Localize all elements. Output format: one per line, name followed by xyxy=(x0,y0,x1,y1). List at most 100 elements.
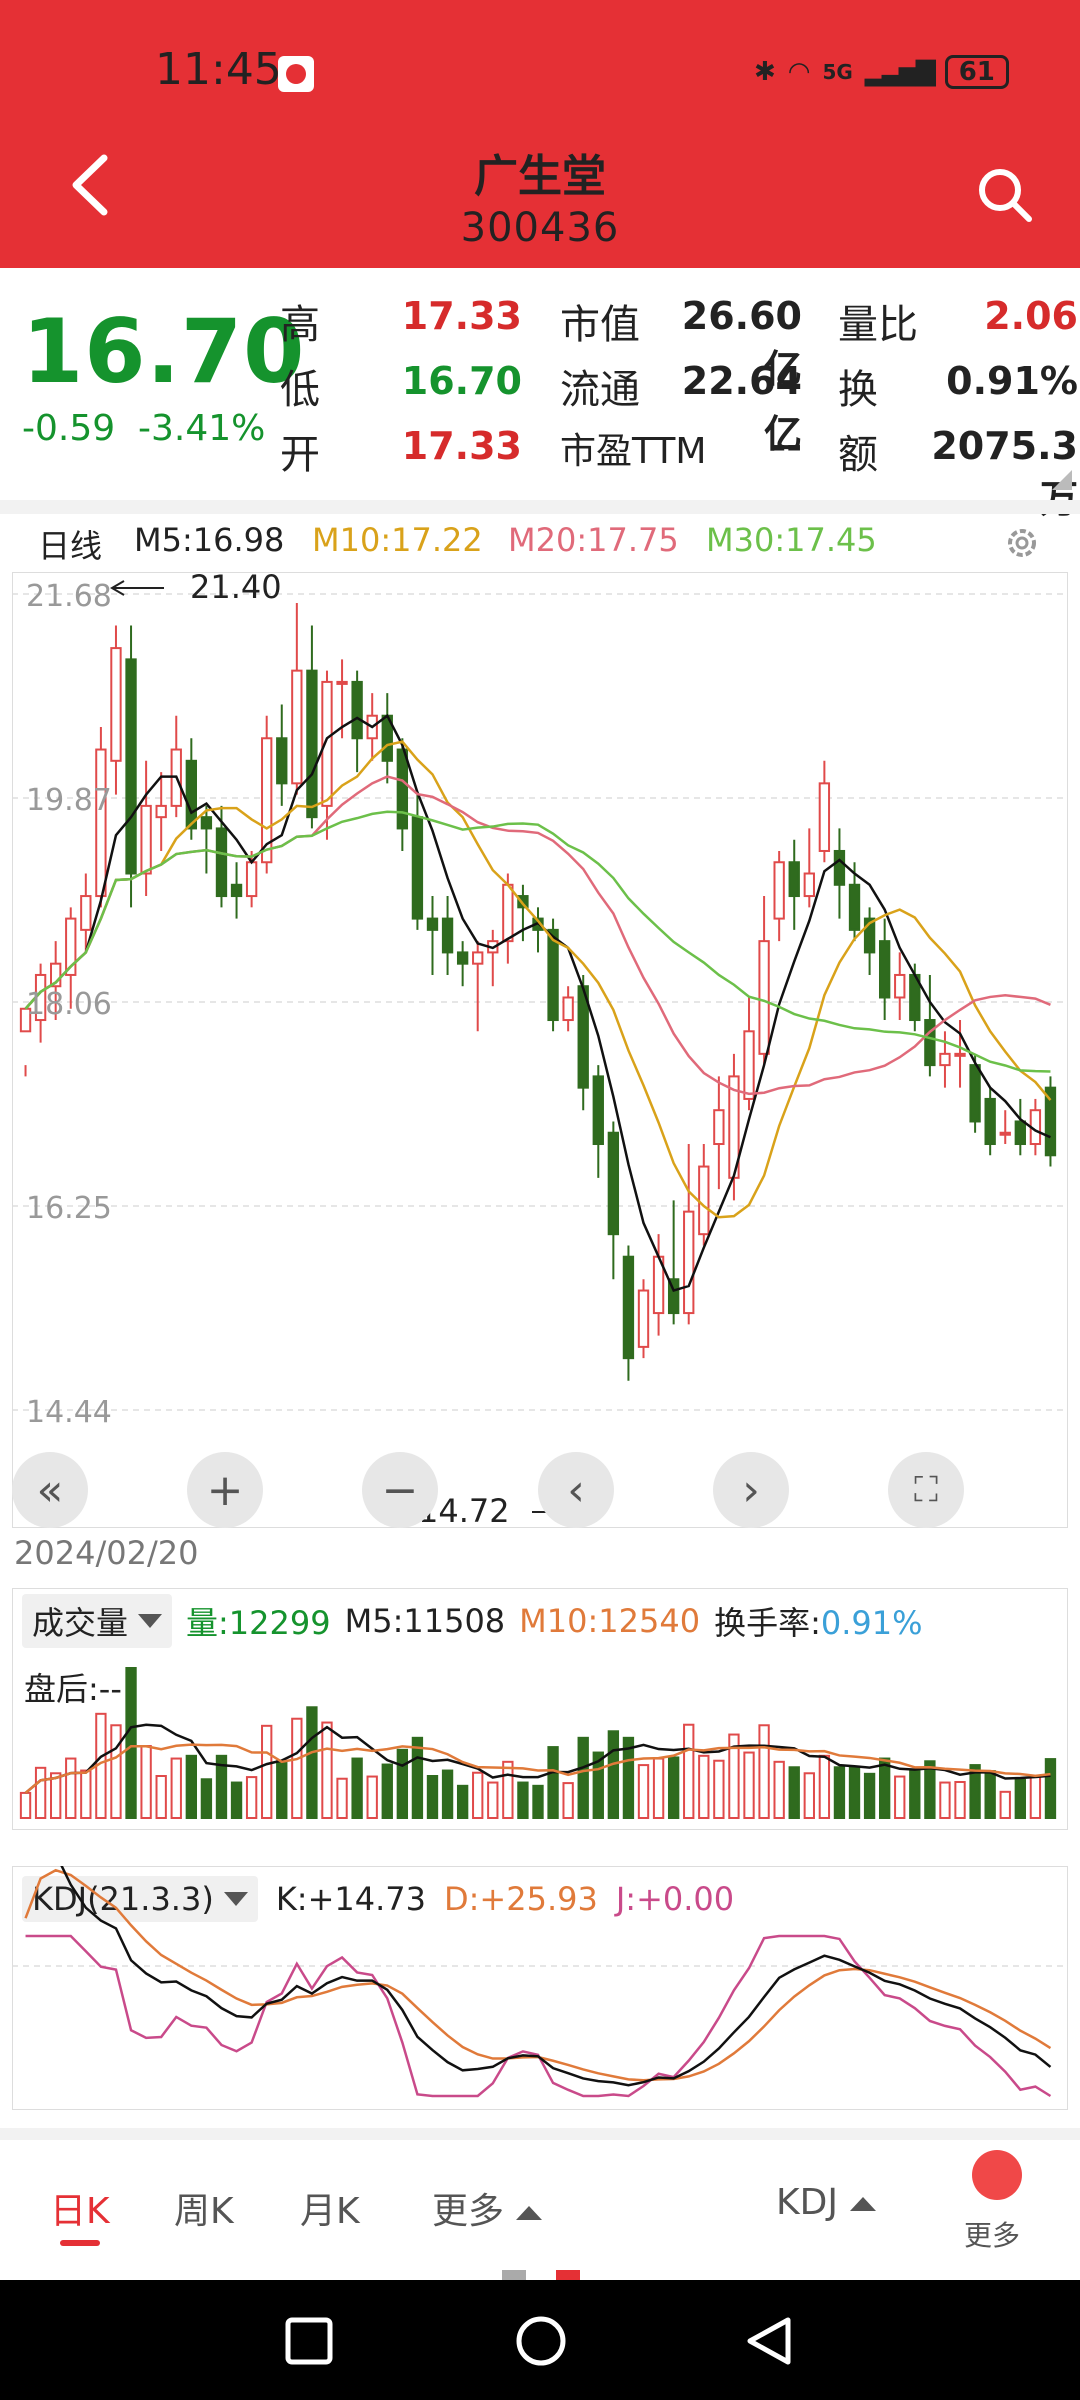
settings-gear-icon[interactable] xyxy=(1002,523,1042,563)
candle xyxy=(1044,1076,1057,1167)
candle xyxy=(110,625,122,795)
volume-bar xyxy=(366,1775,378,1819)
high-marker-label: 21.40 xyxy=(190,572,282,606)
candle xyxy=(321,670,333,840)
stock-name: 广生堂 xyxy=(474,151,606,202)
zoom-out-button[interactable]: − xyxy=(362,1452,438,1528)
tab-month-k[interactable]: 月K xyxy=(300,2182,360,2234)
volume-bar xyxy=(878,1757,891,1819)
candle xyxy=(487,929,499,987)
candle xyxy=(140,760,152,897)
back-nav-button[interactable] xyxy=(744,2314,794,2368)
section-divider xyxy=(0,2128,1080,2140)
period-label: 日线 xyxy=(38,527,103,565)
tab-day-k[interactable]: 日K xyxy=(50,2182,110,2234)
signal-icon: ▂▃▅▇ xyxy=(864,57,936,87)
recent-apps-button[interactable] xyxy=(284,2316,334,2366)
double-chevron-left-icon: « xyxy=(36,1464,64,1516)
quote-value-high: 17.33 xyxy=(401,294,522,338)
volume-bar xyxy=(456,1784,469,1819)
volume-bar xyxy=(713,1759,725,1820)
volume-bar xyxy=(532,1784,544,1819)
volume-bar xyxy=(803,1772,815,1819)
quote-label-float-cap: 流通 xyxy=(560,367,640,413)
candle xyxy=(863,907,876,975)
volume-bar xyxy=(411,1736,424,1819)
volume-bar xyxy=(351,1757,363,1819)
y-axis-label: 18.06 xyxy=(26,987,112,1022)
volume-bar xyxy=(230,1781,243,1819)
candle xyxy=(291,603,303,795)
volume-bar xyxy=(637,1764,650,1820)
volume-bar xyxy=(502,1760,514,1819)
zoom-in-button[interactable]: + xyxy=(187,1452,263,1528)
candle xyxy=(984,1087,996,1156)
expand-corner-icon[interactable] xyxy=(1052,470,1072,490)
chevron-right-icon: › xyxy=(742,1464,760,1516)
ma5-value: M5:16.98 xyxy=(134,521,285,559)
volume-bar xyxy=(788,1766,800,1819)
volume-bar xyxy=(245,1776,258,1820)
search-icon[interactable] xyxy=(975,165,1035,225)
ma30-value: M30:17.45 xyxy=(706,521,877,559)
candle xyxy=(698,1144,710,1246)
volume-bar xyxy=(562,1782,574,1820)
candle xyxy=(306,625,318,829)
more-menu-icon[interactable] xyxy=(972,2150,1022,2200)
candle xyxy=(170,715,182,818)
volume-bar xyxy=(34,1766,47,1819)
volume-bar xyxy=(487,1781,499,1819)
volume-bar xyxy=(336,1777,348,1820)
candle xyxy=(803,828,815,908)
candle xyxy=(381,693,393,784)
volume-bar xyxy=(396,1748,409,1819)
active-tab-indicator xyxy=(60,2240,100,2246)
scroll-left-button[interactable]: ‹ xyxy=(538,1452,614,1528)
volume-bar xyxy=(426,1775,439,1819)
volume-bar xyxy=(607,1730,620,1819)
volume-bar xyxy=(472,1771,484,1820)
candle xyxy=(622,1245,635,1381)
volume-chart[interactable] xyxy=(12,1588,1068,1830)
quote-value-open: 17.33 xyxy=(401,424,522,468)
volume-bar xyxy=(547,1746,559,1819)
kline-chart[interactable]: 21.6819.8718.0616.2514.44 21.40 14.72 xyxy=(12,572,1068,1528)
volume-bar xyxy=(155,1775,167,1819)
more-menu-label[interactable]: 更多 xyxy=(964,2214,1020,2254)
kdj-chart[interactable] xyxy=(12,1866,1068,2110)
volume-bar xyxy=(1014,1778,1026,1819)
status-time: 11:45 xyxy=(155,44,282,95)
volume-bar xyxy=(80,1769,92,1819)
ma10-value: M10:17.22 xyxy=(312,521,483,559)
page-indicator-active xyxy=(556,2270,580,2280)
scroll-right-button[interactable]: › xyxy=(713,1452,789,1528)
quote-label-low: 低 xyxy=(280,367,320,413)
candle xyxy=(276,704,288,806)
candle xyxy=(758,896,770,1066)
candle xyxy=(683,1144,695,1325)
plus-icon: + xyxy=(206,1464,244,1516)
tab-more-label: 更多 xyxy=(432,2191,505,2232)
volume-bar xyxy=(200,1778,213,1819)
fullscreen-button[interactable]: ⛶ xyxy=(888,1452,964,1528)
app-notification-icon xyxy=(278,56,314,92)
volume-bar xyxy=(306,1706,318,1819)
ma-legend: 日线 M5:16.98 M10:17.22 M20:17.75 M30:17.4… xyxy=(0,515,1080,567)
volume-bar xyxy=(999,1790,1011,1819)
volume-bar xyxy=(321,1721,333,1819)
volume-bar xyxy=(833,1766,846,1819)
ma20-value: M20:17.75 xyxy=(508,521,679,559)
tab-more-periods[interactable]: 更多 xyxy=(432,2182,543,2234)
volume-bar xyxy=(185,1754,198,1819)
candle xyxy=(894,952,906,1021)
volume-bar xyxy=(170,1757,182,1819)
volume-bar xyxy=(276,1760,288,1819)
kdj-j-line xyxy=(25,1934,1052,2098)
quote-label-high: 高 xyxy=(280,302,320,348)
section-divider xyxy=(0,500,1080,514)
tab-week-k[interactable]: 周K xyxy=(174,2182,234,2234)
home-button[interactable] xyxy=(514,2314,568,2368)
network-type: 5G xyxy=(822,60,853,84)
tab-indicator-kdj[interactable]: KDJ xyxy=(776,2182,876,2223)
fast-zoom-out-button[interactable]: « xyxy=(12,1452,88,1528)
